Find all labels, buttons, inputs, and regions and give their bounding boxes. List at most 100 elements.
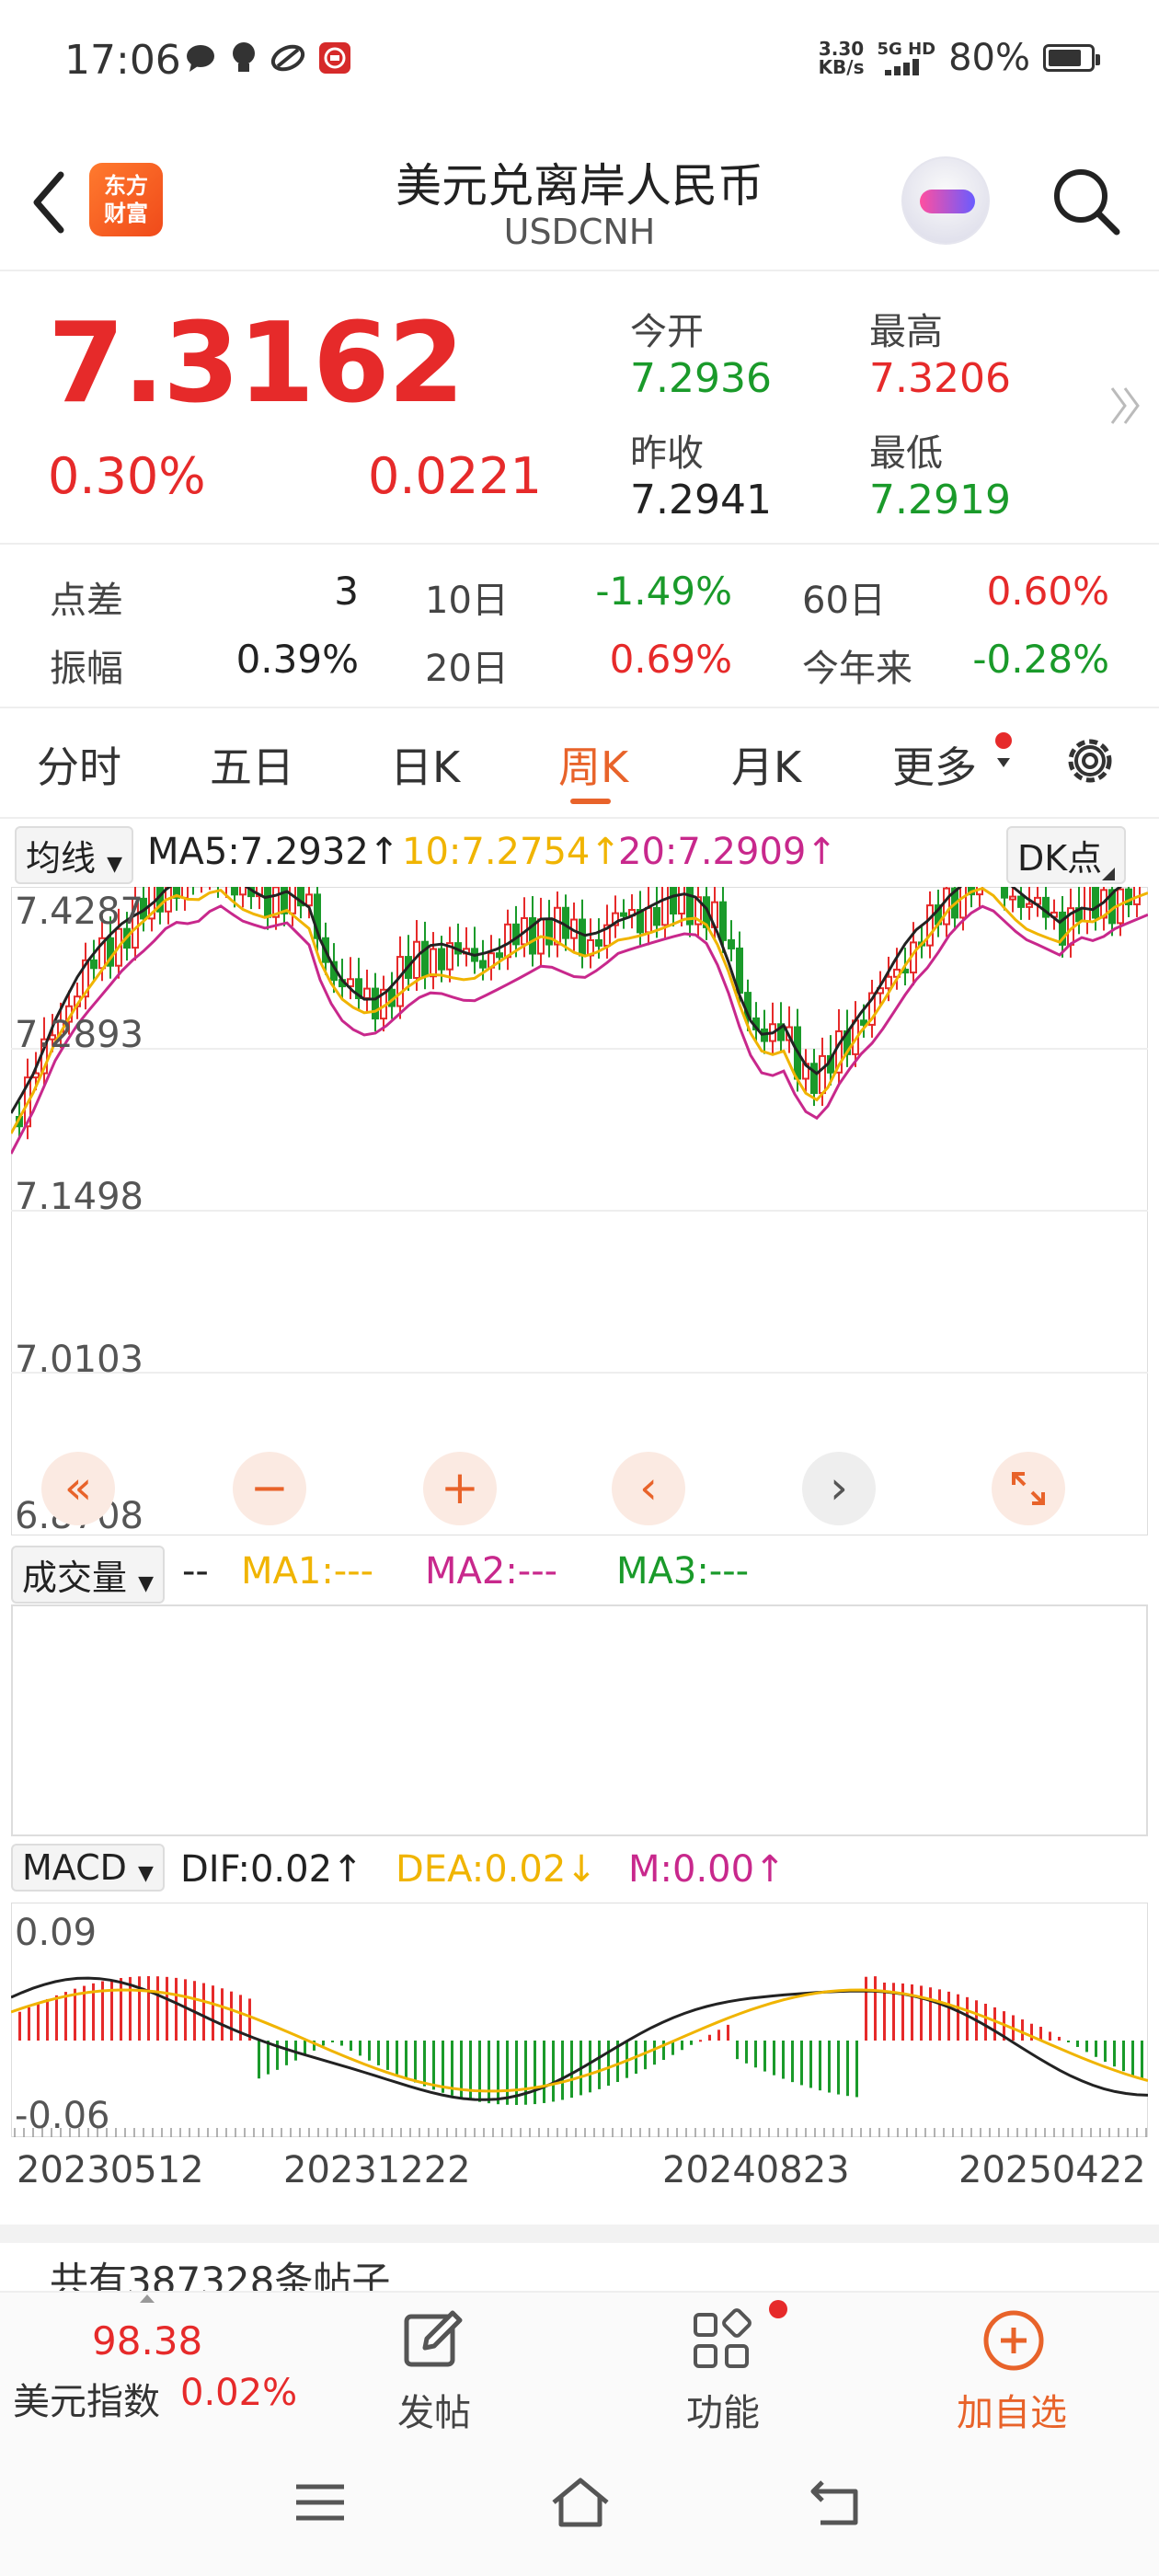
macd-bar: [957, 1994, 959, 2041]
double-chevron-left-icon: «: [63, 1461, 93, 1514]
tab-weekly-k[interactable]: 周K: [558, 734, 628, 795]
status-right: 3.30 KB/s 5G HD 80%: [818, 37, 1100, 79]
zoom-in-button[interactable]: +: [423, 1452, 497, 1525]
macd-bar: [653, 2041, 656, 2065]
function-button[interactable]: 功能: [686, 2306, 760, 2436]
scroll-right-button[interactable]: ›: [802, 1452, 876, 1525]
date-label-4: 20250422: [958, 2149, 1146, 2191]
candle-body: [1017, 895, 1025, 908]
arrow-up-icon: ↑: [368, 831, 400, 873]
scroll-start-button[interactable]: «: [41, 1452, 115, 1525]
stats-panel: 点差 3 振幅 0.39% 10日 -1.49% 20日 0.69% 60日 0…: [0, 546, 1159, 708]
scroll-left-button[interactable]: ‹: [612, 1452, 685, 1525]
volume-chart: [11, 1604, 1148, 1836]
expand-icon: [1012, 1472, 1045, 1505]
candle-body: [1001, 887, 1008, 899]
net-speed: 3.30 KB/s: [818, 38, 865, 78]
tab-intraday[interactable]: 分时: [37, 734, 121, 795]
back-nav-button[interactable]: [809, 2477, 865, 2532]
candle-body: [1009, 895, 1016, 901]
open-label: 今开: [630, 311, 704, 353]
amplitude-value: 0.39%: [235, 637, 359, 682]
macd-bar: [1095, 2041, 1097, 2057]
candle-body: [670, 887, 677, 915]
dollar-index-name[interactable]: 美元指数: [13, 2372, 160, 2425]
macd-bar: [221, 1988, 224, 2041]
d60-label: 60日: [802, 580, 886, 622]
zoom-out-button[interactable]: −: [233, 1452, 306, 1525]
tab-five-day[interactable]: 五日: [210, 734, 294, 795]
macd-bar: [524, 2041, 527, 2105]
expand-quote-button[interactable]: [1108, 383, 1142, 439]
volume-ma2: MA2:---: [425, 1550, 558, 1593]
high-value: 7.3206: [869, 355, 1011, 402]
quote-panel: 7.3162 0.30% 0.0221 今开 7.2936 最高 7.3206 …: [0, 272, 1159, 545]
candle-body: [885, 975, 892, 990]
prev-close-label: 昨收: [630, 432, 704, 475]
bottom-action-bar: 98.38 美元指数 0.02% 发帖 功能 加自选: [0, 2291, 1159, 2438]
macd-bar: [727, 2024, 729, 2041]
low-value: 7.2919: [869, 477, 1011, 523]
macd-bar: [184, 1979, 187, 2041]
candle-body: [545, 918, 553, 946]
macd-bar: [377, 2041, 380, 2065]
macd-bar: [534, 2041, 536, 2105]
macd-dea: DEA:0.02↓: [396, 1848, 597, 1891]
candle-body: [579, 918, 586, 957]
macd-bar: [258, 2041, 260, 2079]
post-button[interactable]: 发帖: [397, 2306, 471, 2436]
tab-daily-k[interactable]: 日K: [390, 734, 460, 795]
arrow-up-icon: ↑: [590, 831, 621, 873]
assistant-avatar[interactable]: [901, 156, 990, 245]
tab-more[interactable]: 更多: [892, 734, 977, 795]
date-label-3: 20240823: [662, 2149, 850, 2191]
macd-bar: [322, 2041, 325, 2046]
caret-down-icon: [997, 758, 1010, 767]
status-time: 17:06: [64, 37, 181, 84]
volume-ma1: MA1:---: [241, 1550, 374, 1593]
home-button[interactable]: [548, 2475, 613, 2534]
fullscreen-button[interactable]: [992, 1452, 1065, 1525]
add-watchlist-button[interactable]: 加自选: [957, 2306, 1067, 2436]
macd-bar: [589, 2041, 591, 2093]
battery-percent: 80%: [948, 37, 1030, 79]
macd-bar: [488, 2041, 490, 2104]
candle-body: [90, 959, 98, 970]
candle-body: [363, 987, 371, 1000]
candle-body: [479, 960, 487, 969]
home-icon: [552, 2478, 609, 2527]
dollar-index-value[interactable]: 98.38: [92, 2318, 202, 2363]
volume-selector[interactable]: 成交量 ▼: [11, 1546, 166, 1604]
macd-bar: [1085, 2041, 1088, 2053]
macd-bar: [855, 2041, 858, 2098]
macd-chart[interactable]: [11, 1903, 1148, 2137]
macd-bar: [800, 2041, 803, 2086]
ma-selector[interactable]: 均线 ▼: [15, 826, 134, 884]
macd-bar: [331, 2041, 334, 2042]
tab-monthly-k[interactable]: 月K: [731, 734, 801, 795]
settings-button[interactable]: [1060, 730, 1120, 795]
candle-body: [239, 887, 247, 896]
macd-bar: [166, 1976, 168, 2041]
more-notification-dot: [995, 732, 1012, 749]
add-watchlist-label: 加自选: [957, 2392, 1067, 2434]
macd-bar: [55, 1995, 58, 2041]
macd-bar: [607, 2041, 610, 2087]
macd-bar: [478, 2041, 481, 2102]
dk-point-button[interactable]: DK点: [1006, 826, 1127, 884]
menu-button[interactable]: [293, 2479, 348, 2529]
macd-bar: [911, 1984, 913, 2041]
dollar-index-change: 0.02%: [180, 2372, 298, 2414]
macd-bar: [138, 1976, 141, 2041]
kline-chart[interactable]: [11, 887, 1148, 1535]
macd-selector[interactable]: MACD ▼: [11, 1844, 165, 1892]
macd-bar: [1021, 2019, 1024, 2041]
macd-bar: [984, 2003, 987, 2041]
macd-bar: [837, 2041, 840, 2095]
search-button[interactable]: [1049, 164, 1122, 237]
macd-bar: [175, 1977, 178, 2041]
d20-label: 20日: [425, 648, 509, 690]
macd-bar: [874, 1976, 877, 2041]
macd-bar: [1131, 2041, 1134, 2076]
function-label: 功能: [686, 2392, 760, 2434]
